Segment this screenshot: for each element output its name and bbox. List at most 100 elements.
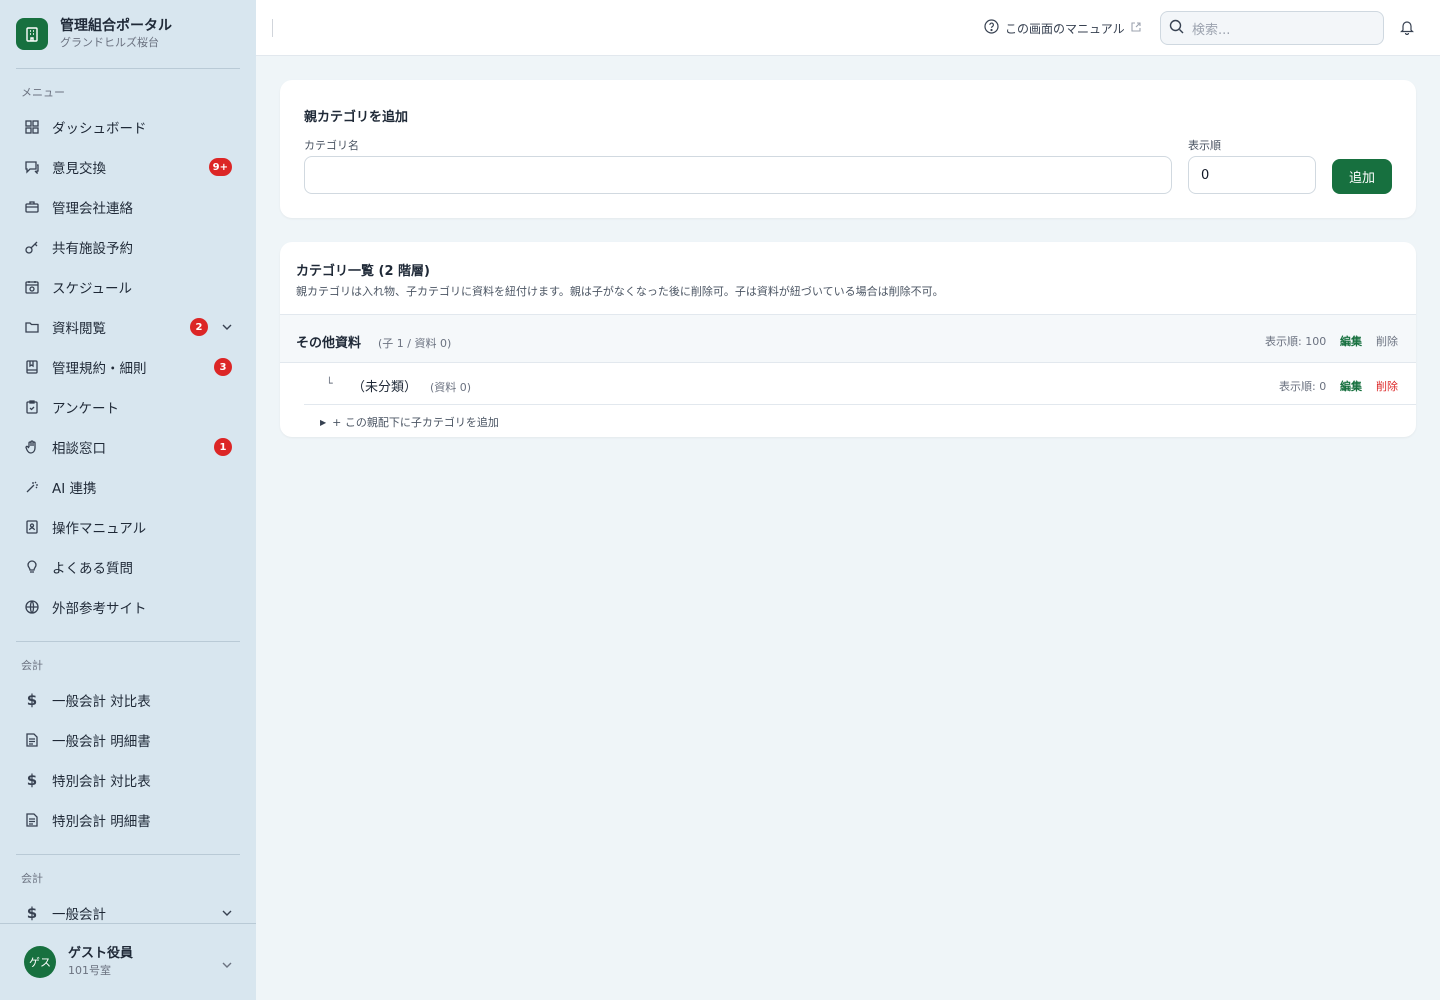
sidebar-item-bylaws[interactable]: 管理規約・細則 3 bbox=[16, 347, 240, 387]
sidebar-divider bbox=[16, 68, 240, 69]
card-title: カテゴリ一覧 (2 階層) bbox=[296, 264, 430, 279]
topbar-separator bbox=[272, 19, 273, 37]
delete-button[interactable]: 削除 bbox=[1376, 378, 1398, 394]
manual-link-label: この画面のマニュアル bbox=[1005, 21, 1125, 36]
sidebar-item-ai[interactable]: AI 連携 bbox=[16, 467, 240, 507]
dollar-icon: $ bbox=[26, 691, 38, 709]
sidebar-item-faq[interactable]: よくある質問 bbox=[16, 547, 240, 587]
building-icon bbox=[16, 18, 48, 50]
chevron-down-icon[interactable] bbox=[222, 953, 232, 972]
edit-button[interactable]: 編集 bbox=[1340, 378, 1362, 394]
sidebar-item-label: アンケート bbox=[52, 401, 119, 417]
notification-badge: 3 bbox=[214, 358, 232, 376]
brand[interactable]: 管理組合ポータル グランドヒルズ桜台 bbox=[0, 0, 256, 68]
add-child-label: + この親配下に子カテゴリを追加 bbox=[332, 416, 499, 429]
sidebar-item-survey[interactable]: アンケート bbox=[16, 387, 240, 427]
category-list-card: カテゴリ一覧 (2 階層) 親カテゴリは入れ物、子カテゴリに資料を紐付けます。親… bbox=[280, 242, 1416, 437]
sidebar-item-management-contact[interactable]: 管理会社連絡 bbox=[16, 187, 240, 227]
search-icon bbox=[1169, 19, 1184, 38]
sidebar-item-schedule[interactable]: スケジュール bbox=[16, 267, 240, 307]
sidebar-item-documents[interactable]: 資料閲覧 2 bbox=[16, 307, 240, 347]
bell-icon[interactable] bbox=[1400, 19, 1416, 37]
accounting-section-label: 会計 bbox=[21, 659, 43, 672]
external-link-icon bbox=[1131, 21, 1141, 35]
edit-button[interactable]: 編集 bbox=[1340, 333, 1362, 349]
accounting2-section-label: 会計 bbox=[21, 872, 43, 885]
parent-category-row: その他資料 (子 1 / 資料 0) 表示順: 100 編集 削除 bbox=[280, 314, 1416, 363]
delete-button[interactable]: 削除 bbox=[1376, 333, 1398, 349]
sidebar-item-label: スケジュール bbox=[52, 281, 133, 297]
category-name-input[interactable] bbox=[304, 156, 1172, 194]
globe-icon bbox=[24, 599, 40, 615]
sidebar-divider bbox=[16, 641, 240, 642]
sidebar-item-general-comparison[interactable]: $ 一般会計 対比表 bbox=[16, 680, 240, 720]
user-room: 101号室 bbox=[68, 964, 111, 977]
dollar-icon: $ bbox=[26, 771, 38, 789]
hand-icon bbox=[24, 439, 40, 455]
sidebar-item-label: 操作マニュアル bbox=[52, 521, 147, 537]
brand-subtitle: グランドヒルズ桜台 bbox=[60, 36, 159, 49]
brand-title: 管理組合ポータル bbox=[60, 18, 172, 34]
user-name: ゲスト役員 bbox=[68, 946, 134, 961]
sidebar-item-label: 共有施設予約 bbox=[52, 241, 133, 257]
sidebar-item-label: AI 連携 bbox=[52, 481, 97, 497]
dashboard-icon bbox=[24, 119, 40, 135]
add-button[interactable]: 追加 bbox=[1332, 159, 1392, 194]
document-icon bbox=[24, 812, 40, 828]
sidebar-item-label: 特別会計 対比表 bbox=[52, 774, 151, 790]
avatar: ゲス bbox=[24, 946, 56, 978]
sidebar-item-dashboard[interactable]: ダッシュボード bbox=[16, 107, 240, 147]
sidebar-item-label: 意見交換 bbox=[52, 161, 106, 177]
topbar: この画面のマニュアル 検索... bbox=[256, 0, 1440, 56]
sidebar-item-discussion[interactable]: 意見交換 9+ bbox=[16, 147, 240, 187]
chevron-down-icon[interactable] bbox=[222, 908, 232, 918]
calendar-icon bbox=[24, 279, 40, 295]
menu-section-label: メニュー bbox=[21, 86, 65, 99]
parent-category-meta: (子 1 / 資料 0) bbox=[378, 337, 452, 350]
sparkle-icon bbox=[24, 479, 40, 495]
lightbulb-icon bbox=[24, 559, 40, 575]
tree-branch-icon: └ bbox=[326, 377, 333, 390]
notification-badge: 2 bbox=[190, 318, 208, 336]
add-parent-category-card: 親カテゴリを追加 カテゴリ名 表示順 0 追加 bbox=[280, 80, 1416, 218]
sidebar-item-facility-booking[interactable]: 共有施設予約 bbox=[16, 227, 240, 267]
parent-category-name: その他資料 bbox=[296, 336, 362, 351]
dollar-icon: $ bbox=[26, 904, 38, 922]
sidebar-item-manual[interactable]: 操作マニュアル bbox=[16, 507, 240, 547]
card-description: 親カテゴリは入れ物、子カテゴリに資料を紐付けます。親は子がなくなった後に削除可。… bbox=[296, 285, 944, 298]
manual-icon bbox=[24, 519, 40, 535]
sidebar-item-external-sites[interactable]: 外部参考サイト bbox=[16, 587, 240, 627]
display-order-text: 表示順: 100 bbox=[1265, 335, 1327, 348]
sidebar-item-special-statement[interactable]: 特別会計 明細書 bbox=[16, 800, 240, 840]
sidebar-item-label: 外部参考サイト bbox=[52, 601, 147, 617]
child-category-name: （未分類） bbox=[352, 380, 418, 395]
child-category-row: └ （未分類） (資料 0) 表示順: 0 編集 削除 bbox=[304, 364, 1416, 405]
child-category-meta: (資料 0) bbox=[430, 381, 472, 394]
sidebar-item-consultation[interactable]: 相談窓口 1 bbox=[16, 427, 240, 467]
user-panel[interactable]: ゲス ゲスト役員 101号室 bbox=[0, 923, 256, 1000]
sidebar: 管理組合ポータル グランドヒルズ桜台 メニュー ダッシュボード 意見交換 9+ … bbox=[0, 0, 256, 1000]
manual-link[interactable]: この画面のマニュアル bbox=[984, 19, 1141, 37]
sidebar-item-special-comparison[interactable]: $ 特別会計 対比表 bbox=[16, 760, 240, 800]
sidebar-item-label: 管理会社連絡 bbox=[52, 201, 133, 217]
chat-icon bbox=[24, 159, 40, 175]
search-input[interactable]: 検索... bbox=[1160, 11, 1384, 45]
display-order-text: 表示順: 0 bbox=[1279, 380, 1327, 393]
sidebar-item-label: 一般会計 bbox=[52, 907, 106, 923]
add-child-category-toggle[interactable]: ▶ + この親配下に子カテゴリを追加 bbox=[320, 414, 499, 430]
sidebar-item-general-statement[interactable]: 一般会計 明細書 bbox=[16, 720, 240, 760]
sidebar-item-label: 特別会計 明細書 bbox=[52, 814, 151, 830]
sidebar-divider bbox=[16, 854, 240, 855]
caret-right-icon: ▶ bbox=[320, 417, 327, 427]
sidebar-item-label: 資料閲覧 bbox=[52, 321, 106, 337]
help-icon bbox=[984, 19, 999, 37]
card-title: 親カテゴリを追加 bbox=[304, 110, 409, 125]
notification-badge: 1 bbox=[214, 438, 232, 456]
folder-icon bbox=[24, 319, 40, 335]
sidebar-item-label: 相談窓口 bbox=[52, 441, 106, 457]
document-icon bbox=[24, 732, 40, 748]
book-icon bbox=[24, 359, 40, 375]
category-name-label: カテゴリ名 bbox=[304, 139, 359, 152]
display-order-input[interactable]: 0 bbox=[1188, 156, 1316, 194]
chevron-down-icon[interactable] bbox=[222, 322, 232, 332]
